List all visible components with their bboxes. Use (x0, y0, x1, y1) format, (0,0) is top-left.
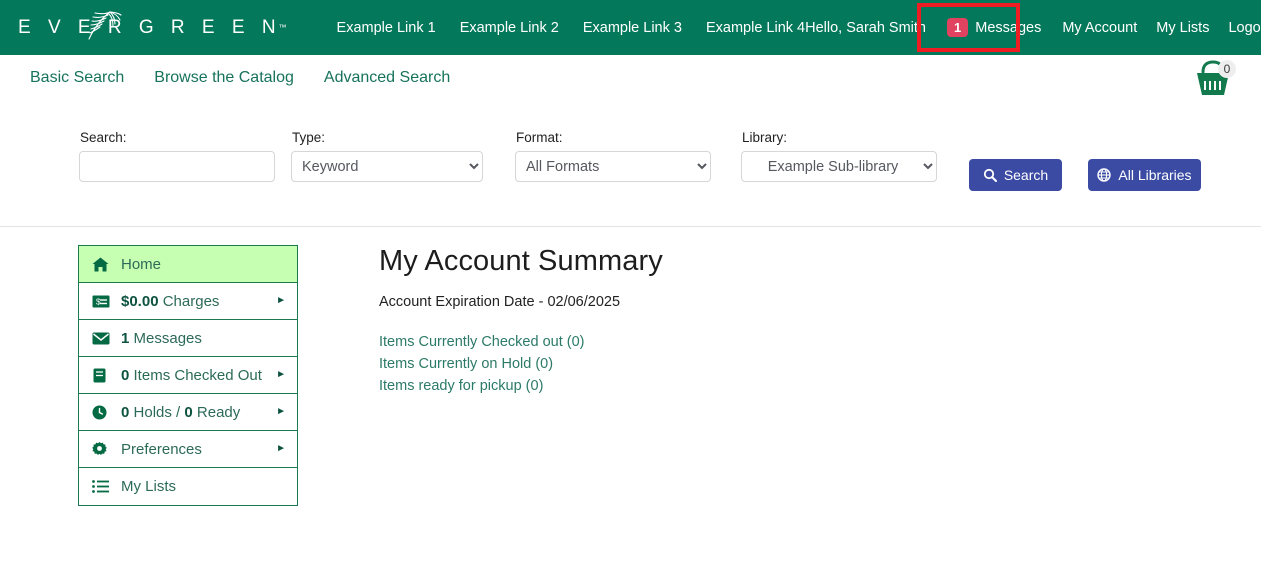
messages-label: Messages (975, 20, 1041, 36)
checked-out-count: 0 (121, 367, 129, 384)
logo-text: E V E R G R E E N (18, 17, 282, 39)
ready-count: 0 (184, 404, 192, 421)
summary-links: Items Currently Checked out (0) Items Cu… (379, 334, 1079, 394)
chevron-right-icon: ► (276, 370, 286, 380)
user-greeting: Hello, Sarah Smith (805, 20, 926, 36)
all-libraries-button[interactable]: All Libraries (1088, 159, 1201, 191)
sidebar-item-charges[interactable]: $ $0.00 Charges ► (79, 283, 297, 320)
type-select[interactable]: Keyword (291, 151, 483, 182)
sidebar-item-my-lists[interactable]: My Lists (79, 468, 297, 505)
sidebar-item-my-lists-label: My Lists (121, 478, 176, 495)
header-my-lists-link[interactable]: My Lists (1156, 20, 1209, 36)
search-button[interactable]: Search (969, 159, 1062, 191)
type-field-group: Type: Keyword (291, 130, 483, 182)
type-label: Type: (291, 130, 483, 145)
sidebar-item-messages-label: 1 Messages (121, 330, 202, 347)
nav-basic-search[interactable]: Basic Search (30, 69, 124, 87)
sidebar-item-home-label: Home (121, 256, 161, 273)
list-icon (92, 480, 112, 493)
header-link-2[interactable]: Example Link 2 (460, 20, 559, 36)
search-button-label: Search (1004, 167, 1048, 183)
format-select[interactable]: All Formats (515, 151, 711, 182)
ready-text: Ready (197, 404, 240, 421)
library-select[interactable]: Example Sub-library (741, 151, 937, 182)
sidebar-item-home[interactable]: Home (79, 246, 297, 283)
sidebar-item-holds[interactable]: 0 Holds / 0 Ready ► (79, 394, 297, 431)
search-input[interactable] (79, 151, 275, 182)
basket-count: 0 (1224, 62, 1231, 76)
basket-button[interactable]: 0 (1189, 58, 1237, 100)
sidebar-item-checked-out-label: 0 Items Checked Out (121, 367, 262, 384)
globe-icon (1097, 168, 1111, 182)
charges-text: Charges (163, 293, 220, 310)
sidebar-item-charges-label: $0.00 Charges (121, 293, 219, 310)
holds-text: Holds / (134, 404, 181, 421)
page-content: Home $ $0.00 Charges ► 1 Messag (0, 227, 1261, 527)
header-logout-link[interactable]: Logout (1228, 20, 1261, 36)
link-items-ready-for-pickup[interactable]: Items ready for pickup (0) (379, 378, 1079, 394)
messages-sidebar-count: 1 (121, 330, 129, 347)
format-label: Format: (515, 130, 711, 145)
link-items-on-hold[interactable]: Items Currently on Hold (0) (379, 356, 1079, 372)
library-field-group: Library: Example Sub-library (741, 130, 937, 182)
search-icon (983, 168, 997, 182)
charges-amount: $0.00 (121, 293, 159, 310)
account-summary-panel: My Account Summary Account Expiration Da… (379, 245, 1079, 400)
header-my-account-link[interactable]: My Account (1062, 20, 1137, 36)
chevron-right-icon: ► (276, 444, 286, 454)
all-libraries-button-label: All Libraries (1118, 167, 1191, 183)
account-expiration-text: Account Expiration Date - 02/06/2025 (379, 294, 1079, 310)
sidebar-item-holds-label: 0 Holds / 0 Ready (121, 404, 240, 421)
home-icon (92, 257, 112, 272)
sidebar-item-messages[interactable]: 1 Messages (79, 320, 297, 357)
top-header-bar: E V E R G R E E N ™ Example Link 1 Examp… (0, 0, 1261, 55)
logo-trademark: ™ (279, 23, 287, 32)
header-messages-link[interactable]: 1 Messages (945, 16, 1043, 39)
link-items-checked-out[interactable]: Items Currently Checked out (0) (379, 334, 1079, 350)
header-nav-links: Example Link 1 Example Link 2 Example Li… (337, 20, 806, 36)
header-link-4[interactable]: Example Link 4 (706, 20, 805, 36)
account-sidebar-menu: Home $ $0.00 Charges ► 1 Messag (78, 245, 298, 506)
messages-count-badge: 1 (947, 18, 968, 37)
search-label: Search: (79, 130, 275, 145)
gear-icon (92, 442, 112, 457)
header-link-3[interactable]: Example Link 3 (583, 20, 682, 36)
svg-text:$: $ (96, 297, 101, 306)
book-icon (92, 368, 112, 383)
money-icon: $ (92, 295, 112, 308)
chevron-right-icon: ► (276, 407, 286, 417)
secondary-nav-bar: Basic Search Browse the Catalog Advanced… (0, 55, 1261, 102)
chevron-right-icon: ► (276, 296, 286, 306)
nav-browse-catalog[interactable]: Browse the Catalog (154, 69, 294, 87)
header-account-area: Hello, Sarah Smith 1 Messages My Account… (805, 16, 1261, 39)
sidebar-item-preferences-label: Preferences (121, 441, 202, 458)
nav-advanced-search[interactable]: Advanced Search (324, 69, 450, 87)
holds-count: 0 (121, 404, 129, 421)
search-toolbar: Search: Type: Keyword Format: All Format… (0, 102, 1261, 227)
format-field-group: Format: All Formats (515, 130, 711, 182)
fern-leaf-icon (80, 8, 126, 42)
clock-icon (92, 405, 112, 420)
library-label: Library: (741, 130, 937, 145)
header-link-1[interactable]: Example Link 1 (337, 20, 436, 36)
page-title: My Account Summary (379, 245, 1079, 278)
search-field-group: Search: (79, 130, 275, 182)
envelope-icon (92, 332, 112, 345)
sidebar-item-items-checked-out[interactable]: 0 Items Checked Out ► (79, 357, 297, 394)
evergreen-logo[interactable]: E V E R G R E E N ™ (18, 17, 287, 39)
checked-out-text: Items Checked Out (134, 367, 262, 384)
sidebar-item-preferences[interactable]: Preferences ► (79, 431, 297, 468)
messages-sidebar-text: Messages (134, 330, 202, 347)
